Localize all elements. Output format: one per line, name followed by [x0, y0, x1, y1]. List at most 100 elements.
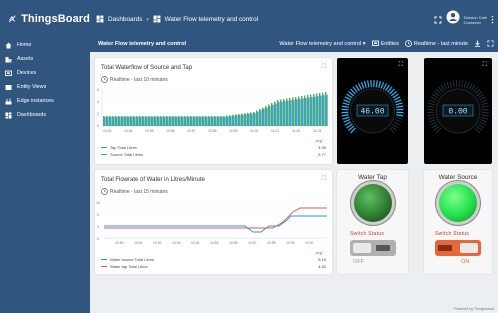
bar-tap: [173, 116, 175, 126]
bar-tap: [311, 97, 313, 126]
bar-source: [112, 116, 114, 126]
x-tick: 10:50: [115, 241, 124, 245]
bar-source: [286, 98, 288, 126]
sidebar-item-edge-instances[interactable]: Edge instances: [0, 94, 90, 108]
sidebar-item-assets[interactable]: Assets: [0, 52, 90, 66]
bar-source: [148, 116, 150, 126]
bar-source: [121, 116, 123, 126]
dashboard-select[interactable]: Water Flow telemetry and control ▾: [279, 41, 365, 47]
clock-icon: [101, 188, 108, 195]
gauge-tick: [481, 114, 489, 117]
bar-tap: [245, 114, 247, 126]
sidebar-item-label: Dashboards: [17, 112, 47, 118]
bar-source: [154, 116, 156, 126]
bar-source: [262, 107, 264, 126]
more-vert-icon[interactable]: [491, 11, 494, 29]
bar-source: [232, 114, 234, 126]
bar-source: [115, 116, 117, 126]
home-icon: [4, 41, 12, 49]
bar-tap: [236, 115, 238, 126]
bar-series: [103, 92, 328, 126]
fullscreen-icon[interactable]: [434, 11, 442, 29]
legend-value: 5.19: [318, 257, 326, 262]
legend-item[interactable]: Tap Total Litres 4.95: [101, 144, 326, 151]
account-circle-icon[interactable]: [446, 10, 460, 29]
legend-header: avg: [315, 250, 322, 255]
bar-tap: [290, 100, 292, 126]
bar-tap: [152, 116, 154, 126]
breadcrumb-dashboards[interactable]: Dashboards: [108, 16, 142, 23]
legend-swatch: [101, 265, 107, 268]
bar-tap: [125, 116, 127, 126]
bar-source: [118, 116, 120, 126]
download-icon[interactable]: [474, 40, 481, 47]
bar-tap: [230, 116, 232, 126]
sidebar-item-entity-views[interactable]: Entity Views: [0, 80, 90, 94]
gauge-value: 46.00: [360, 108, 384, 117]
user-name: Division Kate: [463, 14, 487, 20]
gauge-tick: [380, 81, 385, 89]
y-tick: 4: [97, 100, 99, 104]
x-tick: 10:57: [187, 129, 196, 133]
gauge-tick: [341, 114, 349, 117]
sidebar-item-devices[interactable]: Devices: [0, 66, 90, 80]
bar-tap: [296, 99, 298, 126]
bar-tap: [221, 116, 223, 126]
bar-tap: [212, 116, 214, 126]
bar-source: [175, 116, 177, 126]
x-tick: 10:59: [286, 241, 295, 245]
bar-tap: [185, 116, 187, 126]
bar-source: [103, 116, 105, 126]
sidebar: ThingsBoard Home Assets Devices Entity V…: [0, 0, 90, 313]
switch-slot: [376, 245, 390, 251]
bar-tap: [248, 113, 250, 126]
bar-source: [313, 94, 315, 126]
bar-tap: [233, 115, 235, 126]
bar-tap: [287, 100, 289, 126]
bar-source: [220, 116, 222, 126]
legend-label: Tap Total Litres: [110, 145, 137, 150]
bar-source: [322, 92, 324, 126]
thingsboard-logo-icon: [8, 15, 16, 23]
fullscreen-icon[interactable]: [487, 40, 494, 47]
bar-tap: [131, 116, 133, 126]
x-tick: 11:01: [271, 129, 279, 133]
app-root: ThingsBoard Home Assets Devices Entity V…: [0, 0, 498, 313]
fullscreen-icon[interactable]: ⛶: [322, 176, 326, 183]
bar-source: [163, 116, 165, 126]
entities-button[interactable]: Entities: [371, 40, 399, 47]
water-source-switch[interactable]: [435, 240, 481, 256]
legend-item[interactable]: Water source Total Litres 5.19: [101, 256, 326, 263]
legend-item[interactable]: Source Total Litres 5.77: [101, 151, 326, 158]
chart-plot: 6 4 2 0 10:53 10:54 10:55 10:56 10:57 10…: [97, 88, 328, 133]
x-tick: 10:55: [145, 129, 154, 133]
gauge-tick: [343, 99, 351, 103]
x-tick: 10:59: [229, 129, 238, 133]
x-axis: 10:53 10:54 10:55 10:56 10:57 10:58 10:5…: [103, 129, 321, 133]
footer-powered-by[interactable]: Powered by Thingsboard: [454, 307, 494, 311]
bar-source: [241, 113, 243, 126]
sidebar-item-dashboards[interactable]: Dashboards: [0, 108, 90, 122]
bar-tap: [314, 96, 316, 126]
bar-source: [130, 116, 132, 126]
fullscreen-icon[interactable]: ⛶: [322, 64, 326, 71]
legend-item[interactable]: Water tap Total Litres 4.83: [101, 263, 326, 270]
bar-tap: [281, 101, 283, 126]
bar-source: [223, 116, 225, 126]
sidebar-item-label: Devices: [17, 70, 37, 76]
devices-icon: [4, 69, 12, 77]
bar-tap: [179, 116, 181, 126]
bar-source: [202, 116, 204, 126]
sidebar-item-home[interactable]: Home: [0, 38, 90, 52]
water-tap-switch[interactable]: [350, 240, 396, 256]
bar-tap: [320, 95, 322, 126]
bar-source: [235, 114, 237, 126]
app-logo[interactable]: ThingsBoard: [0, 0, 90, 38]
chart-title: Total Flowrate of Water in Litres/Minute: [101, 177, 205, 183]
bar-source: [172, 116, 174, 126]
bar-tap: [266, 107, 268, 126]
bar-tap: [239, 114, 241, 126]
timewindow-button[interactable]: Realtime - last minute: [405, 40, 468, 47]
bar-tap: [284, 101, 286, 126]
bar-tap: [149, 116, 151, 126]
